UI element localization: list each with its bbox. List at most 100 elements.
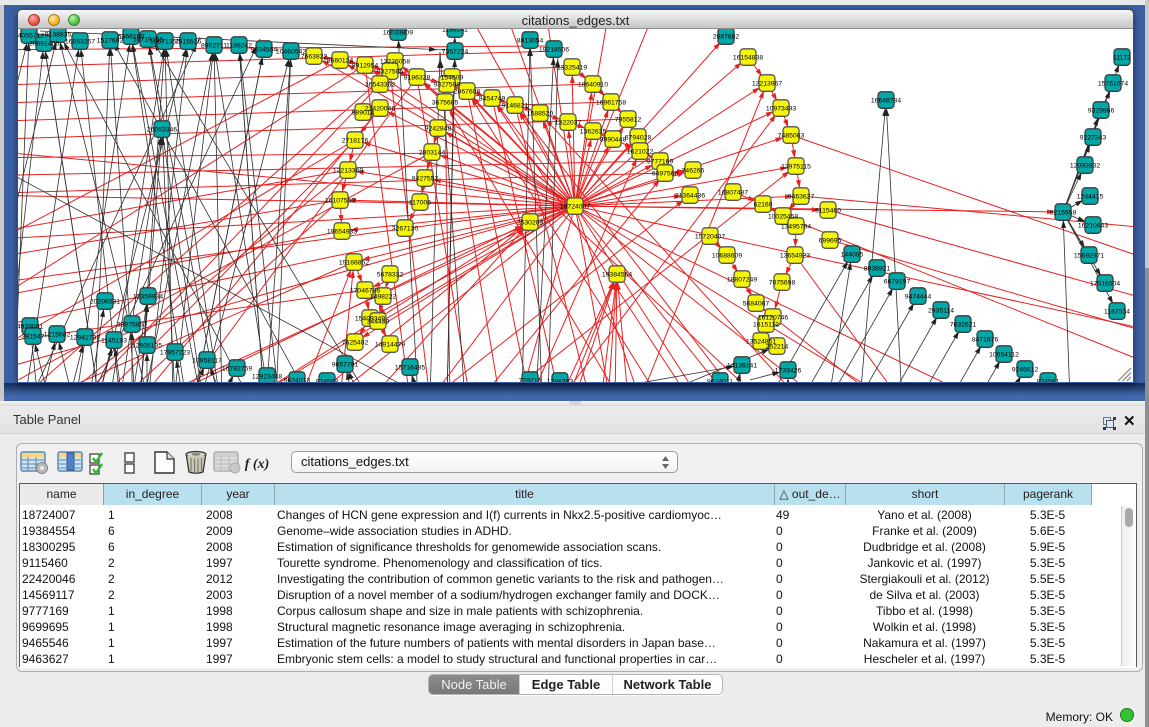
svg-text:10958117: 10958117	[192, 358, 222, 365]
svg-text:12923448: 12923448	[252, 374, 282, 381]
svg-text:20206531: 20206531	[90, 299, 120, 306]
svg-text:14914479: 14914479	[375, 342, 405, 349]
svg-text:13495784: 13495784	[781, 224, 811, 231]
svg-text:19166852: 19166852	[339, 260, 369, 267]
svg-text:11172: 11172	[1113, 55, 1131, 62]
svg-text:8215958: 8215958	[1050, 210, 1077, 217]
svg-text:13975115: 13975115	[781, 164, 811, 171]
svg-text:7955812: 7955812	[615, 117, 642, 124]
svg-text:154609: 154609	[441, 75, 464, 82]
svg-text:9327508: 9327508	[434, 82, 461, 89]
svg-text:10025458: 10025458	[768, 214, 798, 221]
svg-text:2867608: 2867608	[454, 89, 481, 96]
svg-text:8813054: 8813054	[517, 38, 544, 45]
svg-text:10807487: 10807487	[718, 190, 748, 197]
svg-text:1733426: 1733426	[775, 368, 802, 375]
svg-text:2935114: 2935114	[928, 308, 954, 315]
svg-text:15692971: 15692971	[1074, 253, 1104, 260]
svg-text:8186328: 8186328	[404, 75, 431, 82]
svg-text:16154838: 16154838	[733, 55, 763, 62]
svg-text:33975867: 33975867	[117, 322, 147, 329]
svg-text:1167534: 1167534	[1104, 309, 1130, 316]
svg-text:924563: 924563	[316, 379, 339, 383]
svg-text:5684067: 5684067	[743, 301, 770, 308]
svg-text:19384554: 19384554	[602, 272, 632, 279]
svg-text:9657791: 9657791	[332, 362, 359, 369]
svg-text:1621022: 1621022	[627, 149, 654, 156]
svg-text:989014: 989014	[352, 110, 375, 117]
svg-text:144095: 144095	[841, 252, 864, 259]
svg-text:8471676: 8471676	[972, 337, 999, 344]
svg-text:9777169: 9777169	[647, 159, 674, 166]
svg-text:10973493: 10973493	[766, 106, 796, 113]
svg-text:1145193: 1145193	[101, 338, 127, 345]
svg-text:1186242: 1186242	[442, 29, 468, 34]
svg-text:3675685: 3675685	[432, 100, 459, 107]
svg-text:26053346: 26053346	[147, 127, 177, 134]
svg-text:17957223: 17957223	[160, 350, 190, 357]
svg-text:2087682: 2087682	[713, 34, 740, 41]
svg-text:8454749: 8454749	[479, 96, 506, 103]
svg-text:1322037: 1322037	[555, 120, 582, 127]
svg-text:12359934: 12359934	[133, 294, 163, 301]
svg-text:779213: 779213	[519, 378, 542, 383]
svg-text:16210643: 16210643	[1078, 223, 1108, 230]
svg-text:16120746: 16120746	[758, 315, 788, 322]
svg-text:9329966: 9329966	[1088, 108, 1115, 115]
svg-text:117006: 117006	[409, 200, 431, 207]
svg-text:16961758: 16961758	[596, 100, 626, 107]
svg-text:15720407: 15720407	[695, 234, 725, 241]
svg-text:8660124: 8660124	[327, 58, 354, 65]
svg-text:2530203: 2530203	[517, 220, 544, 227]
svg-text:7357224: 7357224	[442, 49, 469, 56]
svg-text:9227343: 9227343	[1080, 135, 1107, 142]
svg-text:17016504: 17016504	[1090, 281, 1120, 288]
svg-text:9146821: 9146821	[502, 103, 529, 110]
svg-text:15751074: 15751074	[1098, 81, 1128, 88]
svg-text:8902711: 8902711	[201, 43, 227, 50]
svg-text:344489: 344489	[367, 319, 390, 326]
svg-text:1244415: 1244415	[1077, 194, 1104, 201]
svg-text:1296363: 1296363	[547, 379, 574, 383]
svg-text:8938921: 8938921	[864, 266, 891, 273]
svg-text:9245612: 9245612	[1012, 367, 1039, 374]
svg-text:699695: 699695	[819, 238, 842, 245]
svg-text:8912954: 8912954	[352, 63, 379, 70]
svg-text:12505135: 12505135	[132, 343, 162, 350]
svg-text:16853267: 16853267	[65, 39, 95, 46]
svg-text:6794028: 6794028	[625, 135, 652, 142]
svg-text:12213967: 12213967	[752, 81, 782, 88]
svg-text:16543362: 16543362	[365, 82, 395, 89]
svg-text:12213369: 12213369	[333, 168, 363, 175]
svg-text:1588520: 1588520	[527, 111, 554, 118]
svg-text:9327505: 9327505	[377, 69, 404, 76]
svg-text:13226058: 13226058	[380, 59, 410, 66]
svg-text:18724007: 18724007	[560, 204, 590, 211]
svg-text:7075698: 7075698	[769, 280, 796, 287]
svg-text:9634554: 9634554	[251, 47, 278, 54]
svg-text:6497568: 6497568	[652, 171, 679, 178]
svg-text:16107553: 16107553	[325, 198, 355, 205]
svg-text:7515526: 7515526	[175, 39, 202, 46]
svg-text:9624011: 9624011	[707, 379, 733, 383]
svg-text:7632621: 7632621	[950, 322, 977, 329]
svg-text:10688609: 10688609	[712, 253, 742, 260]
svg-text:10654112: 10654112	[989, 352, 1019, 359]
svg-text:19218506: 19218506	[539, 47, 569, 54]
svg-text:12942737: 12942737	[70, 335, 100, 342]
svg-text:391547: 391547	[22, 334, 45, 341]
svg-text:f (x): f (x)	[245, 457, 270, 472]
svg-text:1215682: 1215682	[44, 332, 71, 339]
svg-text:5678332: 5678332	[377, 272, 404, 279]
svg-text:62160: 62160	[754, 202, 773, 209]
svg-text:9463627: 9463627	[788, 194, 815, 201]
svg-text:252214: 252214	[766, 344, 789, 351]
svg-text:9624013: 9624013	[284, 378, 311, 383]
svg-text:2803144: 2803144	[419, 150, 446, 157]
svg-text:15716485: 15716485	[395, 365, 425, 372]
svg-text:9242848: 9242848	[425, 126, 452, 133]
svg-text:12093832: 12093832	[1070, 163, 1100, 170]
svg-text:6679197: 6679197	[884, 279, 911, 286]
svg-text:8427552: 8427552	[412, 176, 439, 183]
svg-text:7625402: 7625402	[342, 340, 369, 347]
